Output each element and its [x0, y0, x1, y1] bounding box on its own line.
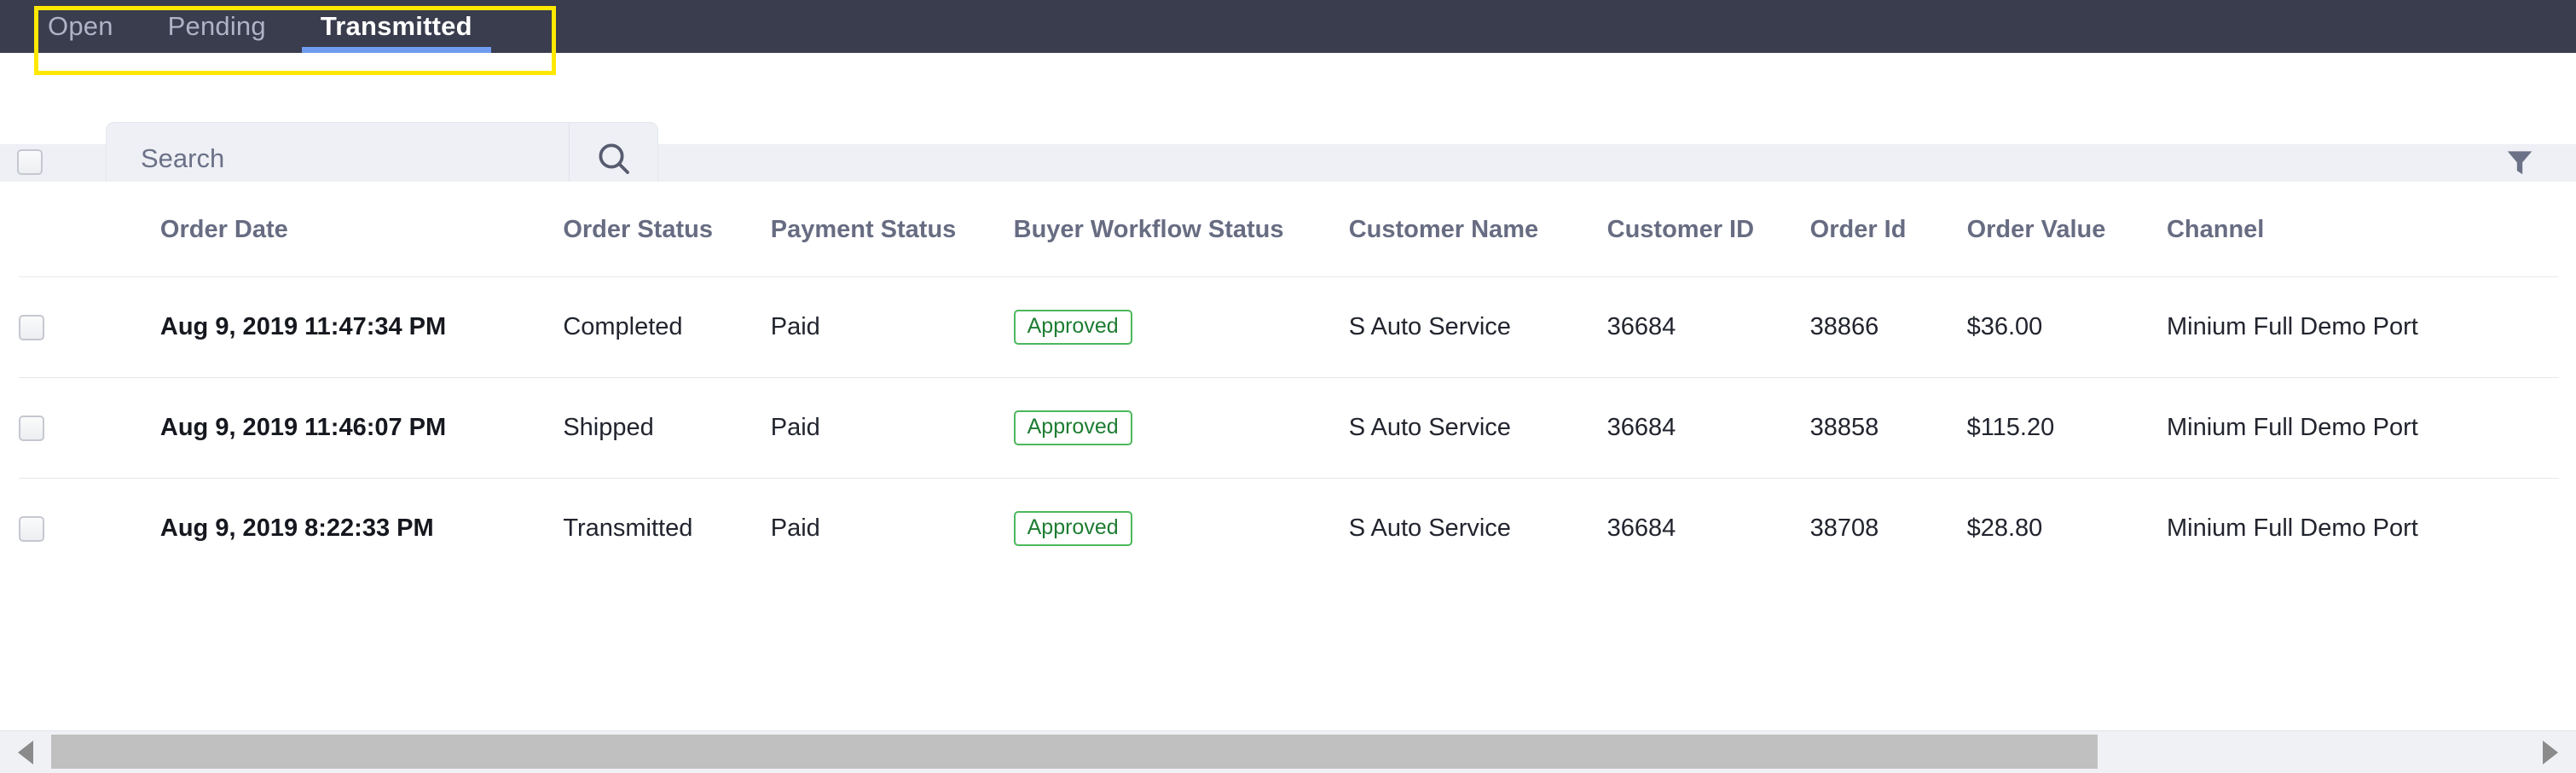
status-badge: Approved [1013, 410, 1132, 445]
horizontal-scrollbar[interactable] [0, 730, 2576, 773]
cell-payment-status: Paid [770, 514, 820, 542]
header-payment-status[interactable]: Payment Status [770, 182, 1014, 277]
row-checkbox-cell [19, 479, 160, 579]
table-row[interactable]: Aug 9, 2019 11:47:34 PM Completed Paid A… [19, 276, 2559, 378]
status-badge: Approved [1013, 310, 1132, 345]
tab-transmitted[interactable]: Transmitted [301, 0, 491, 53]
cell-channel: Minium Full Demo Port [2166, 276, 2559, 378]
top-navigation-bar: Open Pending Transmitted [0, 0, 2576, 53]
tab-pending[interactable]: Pending [168, 0, 266, 53]
cell-channel: Minium Full Demo Port [2166, 377, 2559, 479]
select-all-checkbox[interactable] [17, 149, 43, 175]
order-status-tabs: Open Pending Transmitted [48, 0, 527, 53]
filter-funnel-icon [2507, 151, 2533, 175]
status-badge: Approved [1013, 511, 1132, 546]
table-header: Order Date Order Status Payment Status B… [19, 182, 2559, 277]
cell-customer-name: S Auto Service [1348, 377, 1607, 479]
table-row[interactable]: Aug 9, 2019 11:46:07 PM Shipped Paid App… [19, 377, 2559, 479]
table-row[interactable]: Aug 9, 2019 8:22:33 PM Transmitted Paid … [19, 479, 2559, 579]
row-checkbox-cell [19, 377, 160, 479]
chevron-right-icon [2543, 740, 2558, 764]
cell-order-date: Aug 9, 2019 11:47:34 PM [159, 276, 564, 378]
cell-channel: Minium Full Demo Port [2166, 514, 2418, 542]
cell-order-value: $115.20 [1966, 377, 2167, 479]
header-customer-name[interactable]: Customer Name [1348, 182, 1607, 277]
filter-button[interactable] [2499, 142, 2540, 183]
scrollbar-track[interactable] [51, 731, 2525, 773]
header-order-status[interactable]: Order Status [563, 182, 771, 277]
cell-payment-status: Paid [770, 276, 1014, 378]
cell-order-id: 38708 [1809, 514, 1879, 542]
orders-table: Order Date Order Status Payment Status B… [19, 182, 2559, 578]
scrollbar-thumb[interactable] [51, 734, 2098, 769]
orders-page: Open Pending Transmitted Search Order Da… [0, 0, 2576, 773]
search-icon [598, 143, 629, 174]
cell-order-value: $28.80 [1966, 514, 2043, 542]
cell-buyer-workflow-status: Approved [1013, 479, 1349, 579]
table-body: Aug 9, 2019 11:47:34 PM Completed Paid A… [19, 276, 2559, 579]
cell-order-date: Aug 9, 2019 11:46:07 PM [159, 377, 564, 479]
scroll-right-button[interactable] [2525, 731, 2576, 773]
cell-buyer-workflow-status: Approved [1013, 377, 1349, 479]
cell-customer-name: S Auto Service [1348, 276, 1607, 378]
row-select-checkbox[interactable] [19, 515, 44, 542]
cell-buyer-workflow-status: Approved [1013, 276, 1349, 378]
header-checkbox-cell [19, 182, 160, 277]
row-select-checkbox[interactable] [19, 415, 44, 441]
cell-order-status: Shipped [563, 377, 771, 479]
tab-open-label: Open [48, 11, 113, 41]
row-checkbox-cell [19, 276, 160, 378]
cell-order-date: Aug 9, 2019 8:22:33 PM [159, 514, 434, 542]
tab-open[interactable]: Open [48, 0, 113, 53]
header-channel[interactable]: Channel [2166, 182, 2559, 277]
cell-order-id: 38866 [1809, 276, 1967, 378]
table-header-row: Order Date Order Status Payment Status B… [19, 182, 2559, 277]
header-order-value[interactable]: Order Value [1966, 182, 2167, 277]
cell-customer-id: 36684 [1606, 377, 1810, 479]
scroll-left-button[interactable] [0, 731, 51, 773]
cell-order-status: Transmitted [563, 514, 693, 542]
orders-table-container: Order Date Order Status Payment Status B… [19, 182, 2559, 730]
cell-customer-id: 36684 [1606, 276, 1810, 378]
active-tab-indicator [301, 47, 491, 53]
header-buyer-workflow-status[interactable]: Buyer Workflow Status [1013, 182, 1349, 277]
cell-order-id: 38858 [1809, 377, 1967, 479]
cell-order-value: $36.00 [1966, 276, 2167, 378]
tab-pending-label: Pending [167, 11, 266, 41]
cell-order-status: Completed [563, 276, 771, 378]
header-order-date[interactable]: Order Date [159, 182, 564, 277]
cell-payment-status: Paid [770, 377, 1014, 479]
cell-customer-id: 36684 [1606, 514, 1676, 542]
cell-customer-name: S Auto Service [1348, 514, 1511, 542]
header-order-id[interactable]: Order Id [1809, 182, 1967, 277]
header-customer-id[interactable]: Customer ID [1606, 182, 1810, 277]
row-select-checkbox[interactable] [19, 314, 44, 340]
tab-transmitted-label: Transmitted [320, 11, 472, 41]
chevron-left-icon [18, 740, 33, 764]
